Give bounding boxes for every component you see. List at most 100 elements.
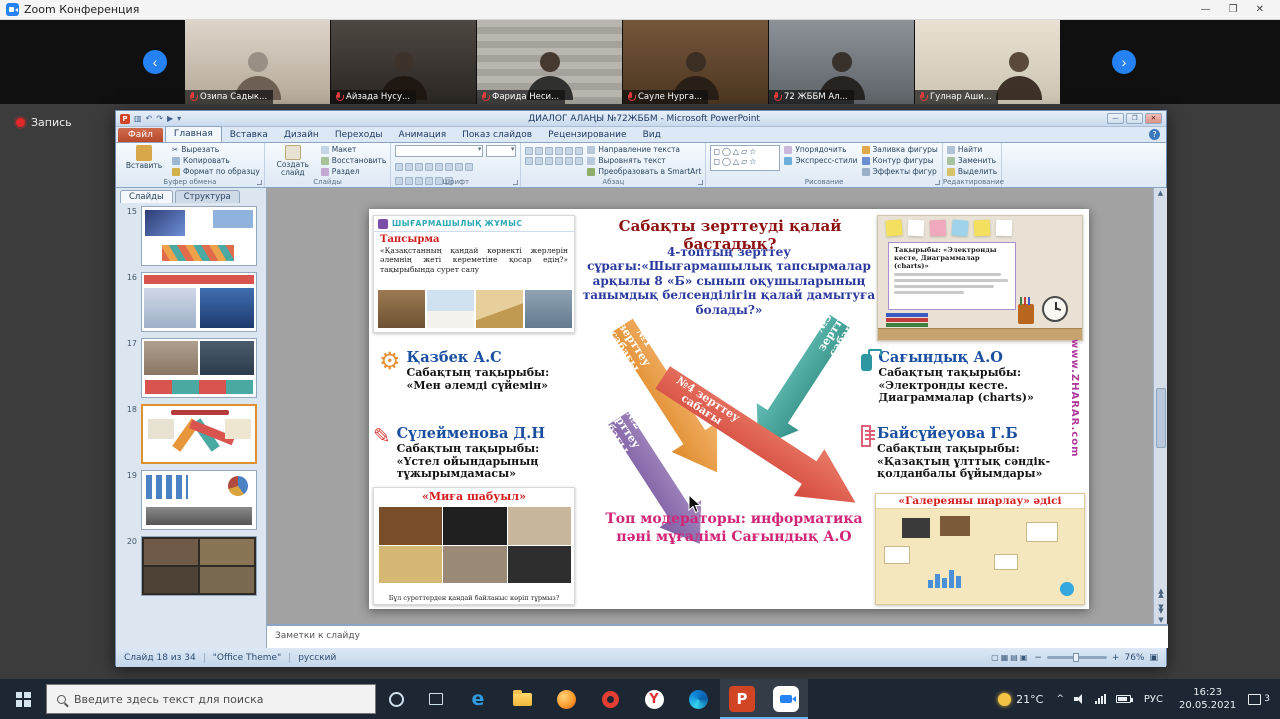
arrange-button[interactable]: Упорядочить (784, 145, 857, 154)
reset-button[interactable]: Восстановить (321, 156, 387, 165)
hidden-icons-chevron[interactable]: ^ (1051, 694, 1069, 704)
scrollbar-thumb[interactable] (1156, 388, 1166, 448)
tab-view[interactable]: Вид (635, 128, 669, 142)
tab-slideshow[interactable]: Показ слайдов (454, 128, 540, 142)
replace-button[interactable]: Заменить (947, 156, 997, 165)
zoom-in-icon[interactable]: + (1112, 653, 1120, 663)
slide-thumbnail[interactable] (141, 470, 257, 530)
search-input[interactable] (74, 693, 365, 706)
taskbar-app-explorer[interactable] (500, 679, 544, 719)
find-button[interactable]: Найти (947, 145, 997, 154)
participant-video[interactable]: Гулнар Аши... (915, 20, 1060, 104)
scroll-down-icon[interactable]: ▼ (1154, 619, 1167, 623)
taskbar-app-edge-chromium[interactable] (676, 679, 720, 719)
zoom-slider[interactable] (1047, 656, 1107, 659)
font-buttons-row[interactable] (395, 163, 516, 171)
tab-slides[interactable]: Слайды (120, 190, 173, 203)
slide-thumbnail-row[interactable]: 20 (116, 533, 266, 599)
slide-thumbnail-row-selected[interactable]: 18 (116, 401, 266, 467)
participant-video[interactable]: Сауле Нурга... (623, 20, 768, 104)
previous-slide-button[interactable]: ▲▲ (1154, 590, 1167, 598)
tab-insert[interactable]: Вставка (222, 128, 276, 142)
font-name-combo[interactable] (395, 145, 483, 157)
taskbar-app-powerpoint[interactable]: P (720, 679, 764, 719)
shapes-gallery-icon[interactable]: ◻◯△▱☆◻◯△▱☆ (710, 145, 780, 171)
slide-thumbnail-row[interactable]: 16 (116, 269, 266, 335)
align-text-button[interactable]: Выровнять текст (587, 156, 701, 165)
help-icon[interactable]: ? (1149, 129, 1160, 140)
task-view-button[interactable] (416, 679, 456, 719)
taskbar-app-opera[interactable] (588, 679, 632, 719)
clock[interactable]: 16:23 20.05.2021 (1171, 686, 1244, 712)
vertical-scrollbar[interactable]: ▲ ▲▲ ▼▼ ▼ (1153, 188, 1167, 624)
next-participants-button[interactable]: › (1112, 50, 1136, 74)
volume-icon[interactable] (1069, 694, 1090, 704)
redo-icon[interactable]: ↷ (156, 114, 163, 123)
language-status[interactable]: русский (298, 653, 336, 663)
smartart-button[interactable]: Преобразовать в SmartArt (587, 167, 701, 176)
close-icon[interactable]: ✕ (1145, 113, 1162, 124)
quick-styles-button[interactable]: Экспресс-стили (784, 156, 857, 165)
participant-video[interactable]: Фарида Неси... (477, 20, 622, 104)
taskbar-search[interactable] (46, 684, 376, 714)
slide-thumbnail-row[interactable]: 19 (116, 467, 266, 533)
zoom-slider-thumb[interactable] (1073, 653, 1079, 662)
layout-button[interactable]: Макет (321, 145, 387, 154)
shape-effects-button[interactable]: Эффекты фигур (862, 167, 938, 176)
taskbar-app-yandex[interactable]: Y (632, 679, 676, 719)
zoom-percent[interactable]: 76% (1124, 653, 1144, 663)
font-size-combo[interactable] (486, 145, 516, 157)
select-button[interactable]: Выделить (947, 167, 997, 176)
action-center-button[interactable]: 3 (1244, 694, 1280, 705)
slide-thumbnail[interactable] (141, 338, 257, 398)
tab-design[interactable]: Дизайн (276, 128, 327, 142)
minimize-icon[interactable]: — (1201, 4, 1211, 15)
fit-to-window-icon[interactable]: ▣ (1149, 653, 1158, 663)
participant-video[interactable]: 72 ЖББМ Ал... (769, 20, 914, 104)
tab-animations[interactable]: Анимация (391, 128, 455, 142)
dialog-launcher-icon[interactable] (698, 180, 703, 185)
slide-thumbnail[interactable] (141, 206, 257, 266)
new-slide-button[interactable]: Создать слайд (269, 145, 317, 177)
view-buttons[interactable]: ▢▦▤▣ (991, 653, 1029, 662)
slide-thumbnail[interactable] (141, 404, 257, 464)
format-painter-button[interactable]: Формат по образцу (172, 167, 260, 176)
scroll-up-icon[interactable]: ▲ (1154, 189, 1167, 197)
undo-icon[interactable]: ↶ (146, 114, 153, 123)
dialog-launcher-icon[interactable] (257, 180, 262, 185)
list-buttons-row[interactable] (525, 147, 583, 155)
network-icon[interactable] (1090, 694, 1111, 704)
zoom-out-icon[interactable]: − (1034, 653, 1042, 663)
taskbar-app-firefox[interactable] (544, 679, 588, 719)
slideshow-icon[interactable]: ▶ (167, 114, 173, 123)
copy-button[interactable]: Копировать (172, 156, 260, 165)
taskbar-app-zoom[interactable] (764, 679, 808, 719)
tab-transitions[interactable]: Переходы (327, 128, 391, 142)
align-buttons-row[interactable] (525, 157, 583, 165)
notes-pane[interactable]: Заметки к слайду (267, 624, 1168, 648)
text-direction-button[interactable]: Направление текста (587, 145, 701, 154)
dialog-launcher-icon[interactable] (513, 180, 518, 185)
slide-thumbnail-row[interactable]: 17 (116, 335, 266, 401)
taskbar-app-edge[interactable]: e (456, 679, 500, 719)
paste-button[interactable]: Вставить (120, 145, 168, 177)
slide-canvas[interactable]: ШЫҒАРМАШЫЛЫҚ ЖҰМЫС Тапсырма «Қазақстанны… (369, 209, 1089, 609)
shape-fill-button[interactable]: Заливка фигуры (862, 145, 938, 154)
tab-outline[interactable]: Структура (175, 190, 240, 203)
close-icon[interactable]: ✕ (1256, 4, 1264, 15)
maximize-icon[interactable]: ❐ (1229, 4, 1238, 15)
tab-review[interactable]: Рецензирование (540, 128, 634, 142)
save-icon[interactable]: ▥ (134, 114, 142, 123)
tab-home[interactable]: Главная (165, 126, 222, 142)
minimize-icon[interactable]: — (1107, 113, 1124, 124)
participant-video[interactable]: Озипа Садык... (185, 20, 330, 104)
restore-icon[interactable]: ❐ (1126, 113, 1143, 124)
language-indicator[interactable]: РУС (1136, 694, 1171, 705)
slide-thumbnail[interactable] (141, 272, 257, 332)
shape-outline-button[interactable]: Контур фигуры (862, 156, 938, 165)
cut-button[interactable]: ✂Вырезать (172, 145, 260, 154)
cortana-button[interactable] (376, 679, 416, 719)
start-button[interactable] (0, 679, 46, 719)
previous-participants-button[interactable]: ‹ (143, 50, 167, 74)
dialog-launcher-icon[interactable] (935, 180, 940, 185)
